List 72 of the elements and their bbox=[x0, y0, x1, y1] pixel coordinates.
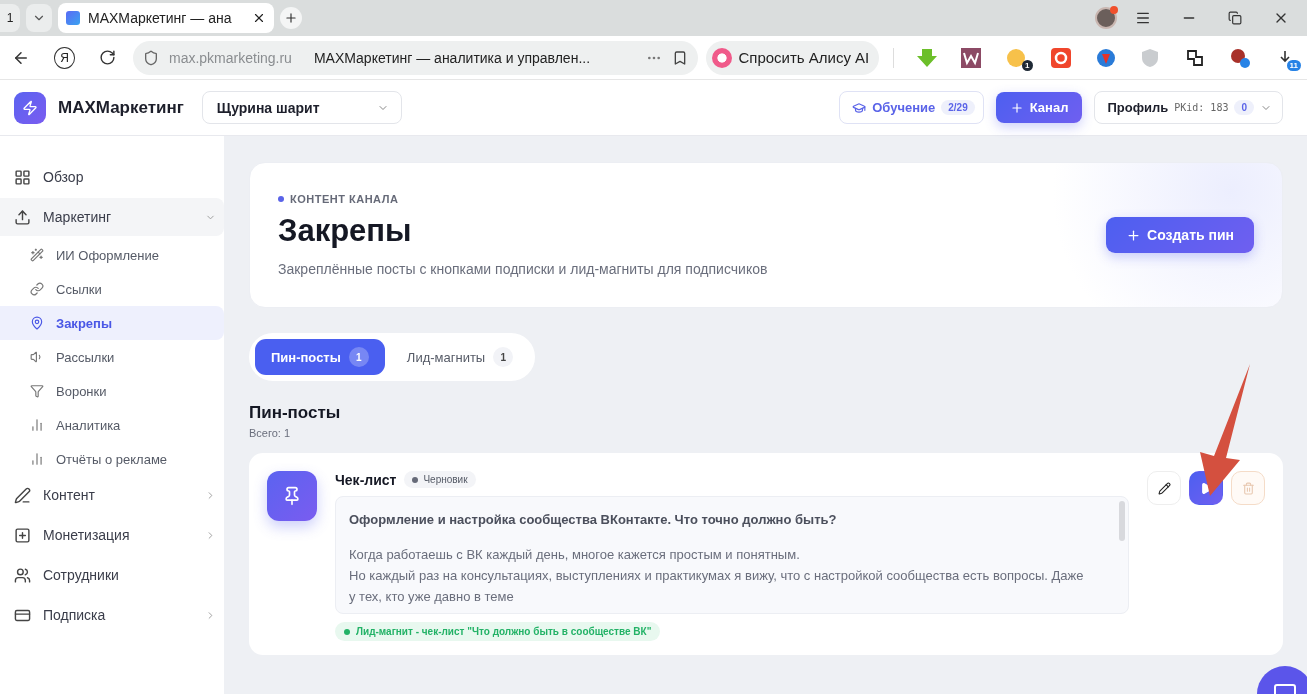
sidebar-subitem[interactable]: Аналитика bbox=[0, 408, 224, 442]
extension-badge: 1 bbox=[1022, 59, 1033, 71]
post-title: Чек-лист bbox=[335, 471, 397, 488]
total-count: Всего: 1 bbox=[249, 427, 292, 439]
avatar-icon[interactable] bbox=[1095, 7, 1117, 29]
app-name: MAXМаркетинг bbox=[58, 97, 184, 118]
map-pin-icon bbox=[30, 316, 44, 330]
sidebar-subitem[interactable]: Рассылки bbox=[0, 340, 224, 374]
sidebar-subitem[interactable]: Закрепы bbox=[0, 306, 224, 340]
profile-button[interactable]: Профиль PKid: 183 0 bbox=[1094, 91, 1283, 124]
pin-icon bbox=[267, 471, 317, 521]
alice-icon bbox=[712, 47, 733, 68]
learning-button[interactable]: Обучение 2/29 bbox=[839, 91, 984, 124]
globe-icon[interactable] bbox=[1095, 47, 1116, 68]
create-pin-button[interactable]: Создать пин bbox=[1106, 217, 1254, 253]
upload-icon bbox=[14, 208, 31, 226]
sidebar-subitem[interactable]: Ссылки bbox=[0, 272, 224, 306]
sidebar-item[interactable]: Подписка bbox=[0, 596, 224, 634]
add-channel-button[interactable]: Канал bbox=[995, 92, 1083, 123]
ring-icon[interactable] bbox=[1050, 47, 1071, 68]
bar-chart-icon bbox=[30, 452, 44, 466]
post-text: Но каждый раз на консультациях, выступлениях и практикумах я вижу, что с настройкой сообщества есть вопросы. Даже bbox=[349, 567, 1085, 585]
post-text: у тех, кто уже давно в теме bbox=[349, 588, 515, 606]
post-heading: Оформление и настройка сообщества ВКонтакте. Что точно должно быть? bbox=[349, 511, 838, 529]
pencil-icon bbox=[1157, 481, 1171, 495]
post-text: Когда работаешь с ВК каждый день, многое кажется простым и понятным. bbox=[349, 546, 801, 564]
sidebar-item[interactable]: Сотрудники bbox=[0, 556, 224, 594]
restore-icon[interactable] bbox=[1228, 11, 1242, 25]
wand-icon bbox=[30, 248, 44, 262]
sidebar-item[interactable]: Обзор bbox=[0, 158, 224, 196]
channel-select[interactable]: Щурина шарит bbox=[201, 91, 402, 124]
plus-icon bbox=[1126, 227, 1141, 243]
shield-icon bbox=[142, 49, 159, 66]
logo-icon bbox=[14, 91, 46, 124]
sidebar-item[interactable]: Монетизация bbox=[0, 516, 224, 554]
extension-badge: 11 bbox=[1286, 59, 1301, 71]
funnel-icon bbox=[30, 384, 44, 398]
plus-square-icon bbox=[14, 526, 31, 544]
tab[interactable]: Лид-магниты 1 bbox=[390, 339, 530, 375]
section-title: Пин-посты bbox=[249, 403, 342, 423]
plus-icon bbox=[284, 11, 298, 25]
grid-icon bbox=[14, 168, 31, 186]
users-icon bbox=[14, 566, 31, 584]
pen-icon bbox=[14, 486, 31, 504]
tab[interactable]: Пин-посты 1 bbox=[255, 339, 385, 375]
menu-icon[interactable] bbox=[1135, 10, 1151, 26]
lead-magnet-tag: Лид-магнит - чек-лист "Что должно быть в сообществе ВК" bbox=[335, 622, 661, 641]
sidebar-subitem[interactable]: ИИ Оформление bbox=[0, 238, 224, 272]
bar-chart-icon bbox=[30, 418, 44, 432]
sidebar-item[interactable]: Контент bbox=[0, 476, 224, 514]
plus-icon bbox=[1009, 100, 1024, 115]
browser-tab[interactable]: MAXМаркетинг — ана bbox=[58, 3, 274, 33]
graduation-cap-icon bbox=[852, 100, 867, 115]
page-subtitle: Закреплённые посты с кнопками подписки и лид-магниты для подписчиков bbox=[278, 261, 769, 277]
new-tab-button[interactable] bbox=[280, 7, 302, 29]
sidebar-subitem[interactable]: Воронки bbox=[0, 374, 224, 408]
page-title: Закрепы bbox=[278, 213, 413, 249]
alice-button[interactable]: Спросить Алису AI bbox=[706, 40, 880, 75]
tab-counter[interactable]: 1 bbox=[0, 4, 20, 32]
eyebrow-label: КОНТЕНТ КАНАЛА bbox=[278, 193, 1106, 205]
sidebar-subitem[interactable]: Отчёты о рекламе bbox=[0, 442, 224, 476]
sidebar-item[interactable]: Маркетинг bbox=[0, 198, 224, 236]
coin-icon[interactable] bbox=[1006, 47, 1027, 68]
trash-icon bbox=[1241, 481, 1255, 495]
favicon-icon bbox=[66, 11, 80, 25]
status-tag: Черновик bbox=[404, 471, 476, 488]
reload-icon[interactable] bbox=[99, 49, 117, 66]
address-bar[interactable]: max.pkmarketing.ru MAXМаркетинг — аналитика и управлен... bbox=[132, 40, 699, 75]
link-icon bbox=[30, 282, 44, 296]
w-icon[interactable] bbox=[961, 47, 982, 68]
close-icon[interactable] bbox=[252, 11, 266, 25]
edit-button[interactable] bbox=[1147, 471, 1181, 505]
